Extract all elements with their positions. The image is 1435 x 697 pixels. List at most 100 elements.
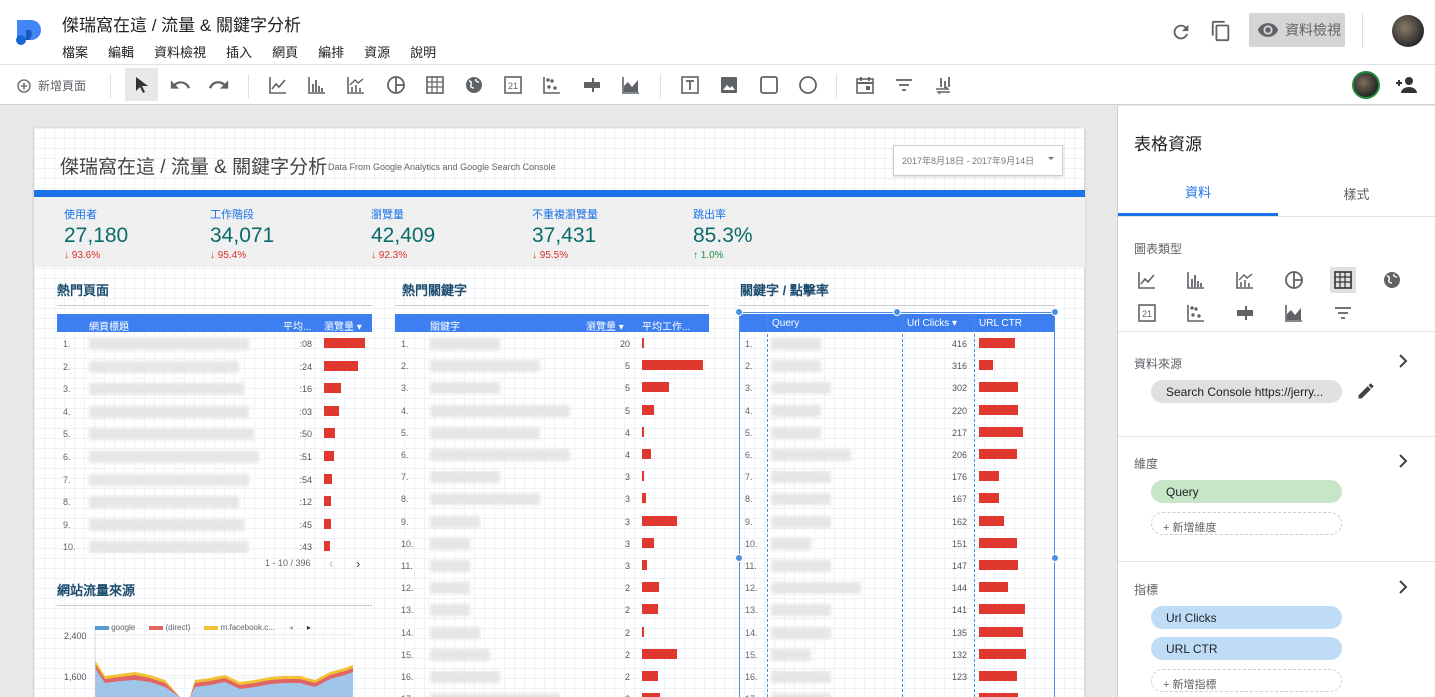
scorecard-bounce-rate[interactable]: 跳出率 85.3% ↑ 1.0% [693,206,753,261]
resize-handle[interactable] [735,554,743,562]
line-chart-icon[interactable] [1134,267,1160,293]
pie-chart-icon[interactable] [384,73,408,97]
table-row[interactable]: 4. 5 [395,400,709,422]
table-row[interactable]: 2. 316 [739,355,1055,377]
area-chart-icon[interactable] [1281,300,1307,326]
table-row[interactable]: 16. 123 [739,666,1055,688]
area-chart-icon[interactable] [619,73,643,97]
view-mode-button[interactable]: 資料檢視 [1249,13,1345,47]
scorecard-icon[interactable]: 21 [1134,300,1160,326]
table-row[interactable]: 3. 302 [739,377,1055,399]
data-source-chip[interactable]: Search Console https://jerry... [1151,380,1342,403]
table-row[interactable]: 3.:16 [57,378,372,400]
resize-handle[interactable] [1051,308,1059,316]
table-row[interactable]: 13. 141 [739,599,1055,621]
table-row[interactable]: 8.:12 [57,491,372,513]
text-box-icon[interactable] [678,73,702,97]
menu-insert[interactable]: 插入 [226,42,252,61]
bar-chart-icon[interactable] [305,73,329,97]
scatter-chart-icon[interactable] [1183,300,1209,326]
table-row[interactable]: 6. 206 [739,444,1055,466]
table-row[interactable]: 14. 2 [395,622,709,644]
column-header-keyword[interactable]: 關鍵字 [430,318,460,333]
filter-icon[interactable] [892,73,916,97]
column-header-pageviews[interactable]: 瀏覽量 ▾ [324,318,362,333]
edit-pencil-icon[interactable] [1356,381,1376,401]
line-chart-icon[interactable] [266,73,290,97]
next-page-icon[interactable]: › [356,556,360,571]
collaborator-avatar[interactable] [1352,71,1380,99]
column-header-avg-session[interactable]: 平均工作... [642,318,690,333]
bullet-chart-icon[interactable] [1232,300,1258,326]
undo-icon[interactable] [168,73,192,97]
table-row[interactable]: 11. 147 [739,555,1055,577]
table-row[interactable]: 12. 2 [395,577,709,599]
column-header-pageviews[interactable]: 瀏覽量 ▾ [586,318,624,333]
geo-map-icon[interactable] [1379,267,1405,293]
table-row[interactable]: 15. 2 [395,644,709,666]
table-row[interactable]: 6.:51 [57,446,372,468]
table-row[interactable]: 2.:24 [57,356,372,378]
dimension-chip-query[interactable]: Query [1151,480,1342,503]
scorecard-icon[interactable]: 21 [501,73,525,97]
menu-resource[interactable]: 資源 [364,42,390,61]
table-row[interactable]: 9. 3 [395,511,709,533]
table-row[interactable]: 9. 162 [739,511,1055,533]
report-title[interactable]: 傑瑞窩在這 / 流量 & 關鍵字分析 [60,152,327,179]
scorecard-users[interactable]: 使用者 27,180 ↓ 93.6% [64,206,128,261]
circle-icon[interactable] [796,73,820,97]
table-row[interactable]: 7.:54 [57,469,372,491]
menu-help[interactable]: 說明 [410,42,436,61]
pivot-table-icon[interactable] [1330,300,1356,326]
menu-view[interactable]: 資料檢視 [154,42,206,61]
column-header-query[interactable]: Query [772,318,799,329]
menu-file[interactable]: 檔案 [62,42,88,61]
menu-page[interactable]: 網頁 [272,42,298,61]
table-row[interactable]: 8. 167 [739,488,1055,510]
table-row[interactable]: 10. 3 [395,533,709,555]
table-row[interactable]: 11. 3 [395,555,709,577]
date-range-icon[interactable] [853,73,877,97]
copy-icon[interactable] [1210,20,1232,42]
share-person-add-icon[interactable] [1394,73,1418,97]
table-row[interactable]: 9.:45 [57,514,372,536]
table-icon[interactable] [1330,267,1356,293]
scorecard-sessions[interactable]: 工作階段 34,071 ↓ 95.4% [210,206,274,261]
table-row[interactable]: 16. 2 [395,666,709,688]
keyword-ctr-title[interactable]: 關鍵字 / 點擊率 [740,280,829,299]
account-avatar[interactable] [1392,15,1424,47]
menu-arrange[interactable]: 編排 [318,42,344,61]
image-icon[interactable] [717,73,741,97]
column-header-url-clicks[interactable]: Url Clicks ▾ [907,318,957,329]
chevron-right-icon[interactable] [1396,353,1410,369]
table-icon[interactable] [423,73,447,97]
traffic-area-chart[interactable] [95,630,353,697]
resize-handle[interactable] [893,308,901,316]
table-row[interactable]: 17.2 [395,688,709,697]
scorecard-unique-pageviews[interactable]: 不重複瀏覽量 37,431 ↓ 95.5% [532,206,598,261]
geo-map-icon[interactable] [462,73,486,97]
table-row[interactable]: 5.:50 [57,423,372,445]
scatter-chart-icon[interactable] [540,73,564,97]
top-pages-title[interactable]: 熱門頁面 [57,280,109,299]
column-header-page-title[interactable]: 網頁標題 [89,318,129,333]
table-row[interactable]: 5. 4 [395,422,709,444]
table-row[interactable]: 6. 4 [395,444,709,466]
table-row[interactable]: 4.:03 [57,401,372,423]
chevron-right-icon[interactable] [1396,453,1410,469]
scorecard-pageviews[interactable]: 瀏覽量 42,409 ↓ 92.3% [371,206,435,261]
pie-chart-icon[interactable] [1281,267,1307,293]
add-dimension-button[interactable]: + 新增維度 [1151,512,1342,535]
table-row[interactable]: 3. 5 [395,377,709,399]
resize-handle[interactable] [1051,554,1059,562]
tab-data[interactable]: 資料 [1118,170,1278,216]
metric-chip-url-ctr[interactable]: URL CTR [1151,637,1342,660]
data-control-icon[interactable] [931,73,955,97]
top-keywords-title[interactable]: 熱門關鍵字 [402,280,467,299]
table-row[interactable]: 17. [739,688,1055,697]
table-row[interactable]: 2. 5 [395,355,709,377]
resize-handle[interactable] [735,308,743,316]
combo-chart-icon[interactable] [344,73,368,97]
table-row[interactable]: 7. 176 [739,466,1055,488]
table-row[interactable]: 8. 3 [395,488,709,510]
